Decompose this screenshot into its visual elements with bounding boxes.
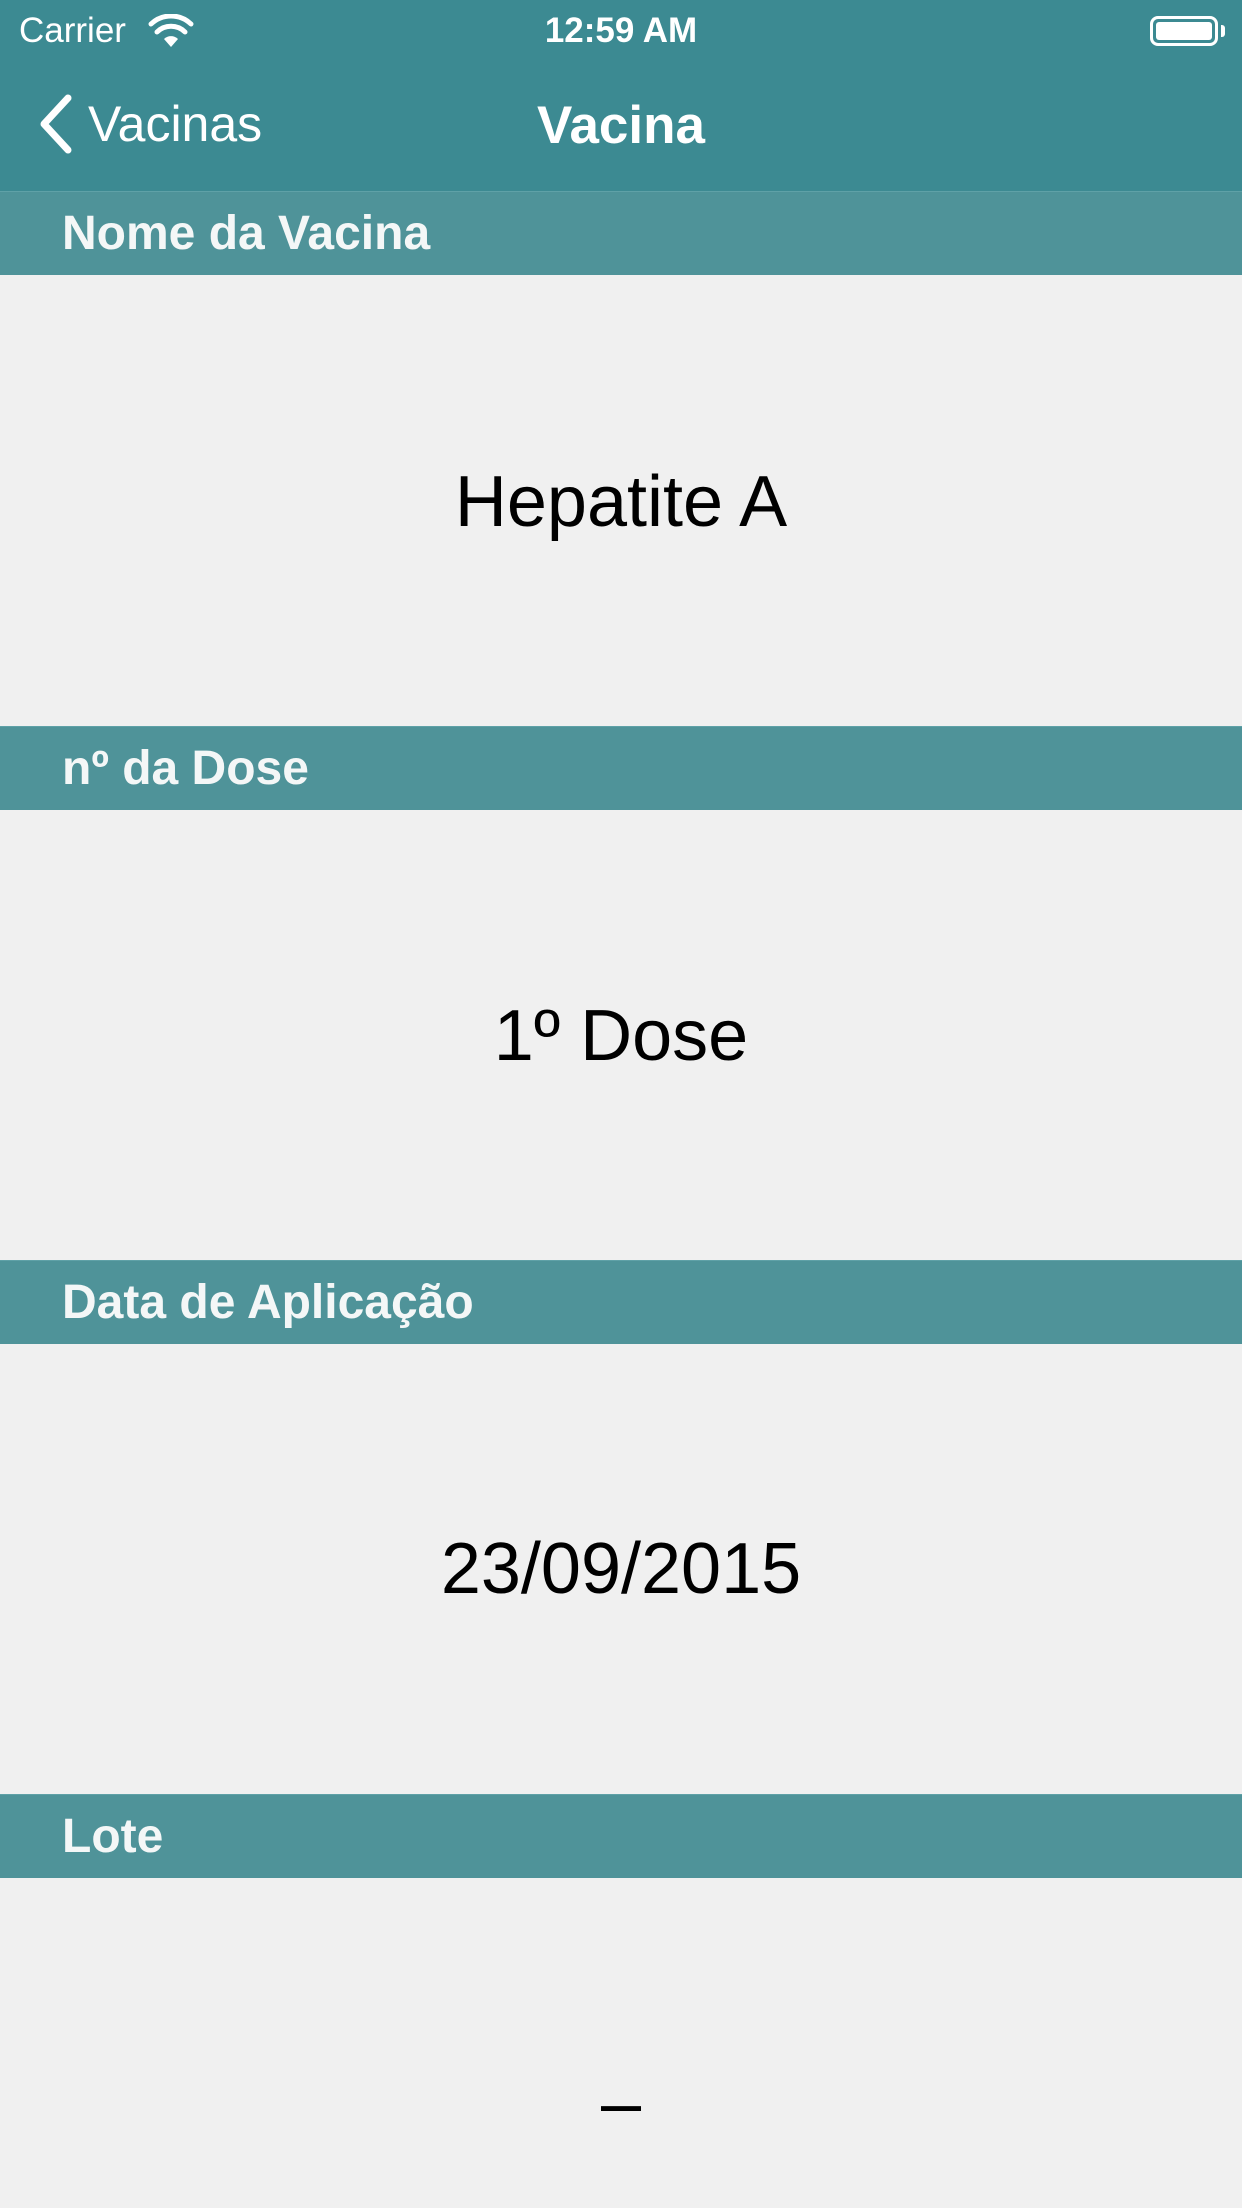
- status-time: 12:59 AM: [544, 11, 698, 50]
- section-header-vaccine-name: Nome da Vacina: [0, 191, 1242, 275]
- section-header-batch: Lote: [0, 1794, 1242, 1878]
- dose-number-value: 1º Dose: [493, 996, 749, 1076]
- section-header-application-date: Data de Aplicação: [0, 1260, 1242, 1344]
- top-bar: Carrier 12:59 AM Vacinas Vacina: [0, 0, 1242, 191]
- battery-cap: [1221, 25, 1225, 37]
- vaccine-name-value: Hepatite A: [454, 462, 788, 542]
- battery-level: [1156, 22, 1212, 40]
- application-date-value: 23/09/2015: [440, 1529, 802, 1609]
- battery-icon: [1150, 16, 1218, 46]
- status-bar: Carrier 12:59 AM: [0, 0, 1242, 62]
- batch-value: –: [600, 2063, 642, 2143]
- navigation-bar: Vacinas Vacina: [0, 62, 1242, 191]
- section-header-dose-number: nº da Dose: [0, 726, 1242, 810]
- page-title: Vacina: [537, 96, 705, 155]
